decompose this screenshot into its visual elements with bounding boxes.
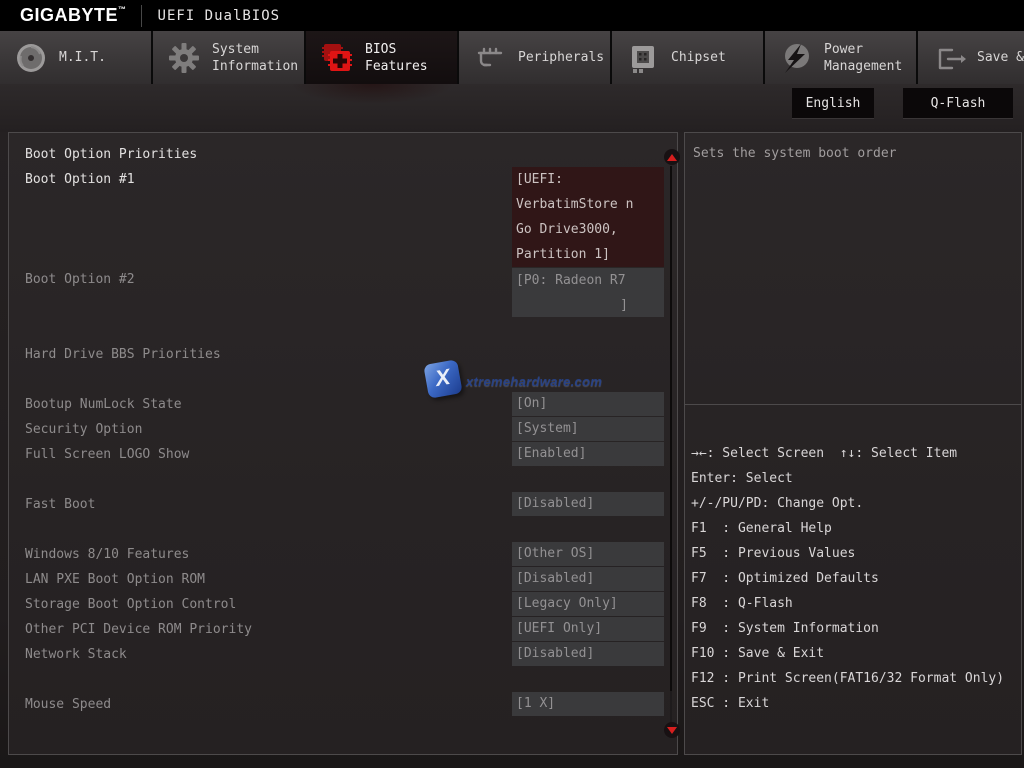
settings-panel: Boot Option Priorities Boot Option #1 Bo…: [8, 132, 678, 755]
value-line: [UEFI:: [516, 167, 664, 192]
help-description: Sets the system boot order: [693, 141, 897, 166]
value-fast-boot[interactable]: [Disabled]: [512, 492, 664, 516]
help-panel: Sets the system boot order →←: Select Sc…: [684, 132, 1022, 755]
gigabyte-logo: GIGABYTE™: [20, 5, 127, 26]
tab-bar: M.I.T. System Information: [0, 31, 1024, 84]
tab-save-exit[interactable]: Save & Exit: [918, 31, 1024, 84]
trademark-symbol: ™: [118, 5, 127, 14]
key-legend-line: F7 : Optimized Defaults: [691, 566, 1021, 591]
bios-setup-screen: GIGABYTE™ UEFI DualBIOS M.I.T.: [0, 0, 1024, 768]
tab-label: Chipset: [671, 49, 763, 66]
gear-icon: [166, 40, 202, 76]
setting-label-boot-option-2[interactable]: Boot Option #2: [25, 267, 135, 292]
value-line: VerbatimStore n: [516, 192, 664, 217]
setting-label-boot-option-1[interactable]: Boot Option #1: [25, 167, 135, 192]
product-title: UEFI DualBIOS: [158, 8, 281, 24]
qflash-button[interactable]: Q-Flash: [903, 88, 1013, 119]
key-legend-line: F8 : Q-Flash: [691, 591, 1021, 616]
tab-label: Save & Exit: [977, 49, 1024, 66]
titlebar-divider: [141, 5, 142, 27]
setting-label-fast-boot[interactable]: Fast Boot: [25, 492, 95, 517]
key-legend-line: →←: Select Screen ↑↓: Select Item: [691, 441, 1021, 466]
setting-label-security-option[interactable]: Security Option: [25, 417, 142, 442]
key-legend-line: ESC : Exit: [691, 691, 1021, 716]
tab-label: M.I.T.: [59, 49, 151, 66]
value-line: Partition 1]: [516, 242, 664, 267]
value-bootup-numlock-state[interactable]: [On]: [512, 392, 664, 416]
lightning-bolt-icon: [778, 40, 814, 76]
scroll-down-icon[interactable]: [664, 722, 680, 738]
bios-chip-plus-icon: [319, 40, 355, 76]
help-divider: [685, 404, 1021, 405]
tab-peripherals[interactable]: Peripherals: [459, 31, 610, 84]
value-line: [P0: Radeon R7: [516, 268, 664, 293]
value-boot-option-1[interactable]: [UEFI: VerbatimStore n Go Drive3000, Par…: [512, 167, 664, 267]
value-full-screen-logo-show[interactable]: [Enabled]: [512, 442, 664, 466]
setting-label-storage-boot-option-control[interactable]: Storage Boot Option Control: [25, 592, 236, 617]
setting-label-full-screen-logo-show[interactable]: Full Screen LOGO Show: [25, 442, 189, 467]
key-legend-line: F10 : Save & Exit: [691, 641, 1021, 666]
key-legend: →←: Select Screen ↑↓: Select Item Enter:…: [691, 441, 1021, 716]
tab-chipset[interactable]: Chipset: [612, 31, 763, 84]
scroll-up-icon[interactable]: [664, 149, 680, 165]
chipset-icon: [625, 40, 661, 76]
tab-label: BIOS Features: [365, 41, 457, 75]
language-button[interactable]: English: [792, 88, 874, 119]
value-line: Go Drive3000,: [516, 217, 664, 242]
tab-power-management[interactable]: Power Management: [765, 31, 916, 84]
setting-label-hard-drive-bbs-priorities[interactable]: Hard Drive BBS Priorities: [25, 342, 221, 367]
scrollbar-thumb[interactable]: [670, 166, 672, 691]
setting-label-lan-pxe-boot-option-rom[interactable]: LAN PXE Boot Option ROM: [25, 567, 205, 592]
value-security-option[interactable]: [System]: [512, 417, 664, 441]
value-boot-option-2[interactable]: [P0: Radeon R7 ]: [512, 268, 664, 317]
sub-bar: English Q-Flash: [0, 84, 1024, 132]
key-legend-line: +/-/PU/PD: Change Opt.: [691, 491, 1021, 516]
tab-label: System Information: [212, 41, 304, 75]
tab-label: Power Management: [824, 41, 916, 75]
key-legend-line: F1 : General Help: [691, 516, 1021, 541]
tab-mit[interactable]: M.I.T.: [0, 31, 151, 84]
value-other-pci-device-rom-priority[interactable]: [UEFI Only]: [512, 617, 664, 641]
value-mouse-speed[interactable]: [1 X]: [512, 692, 664, 716]
key-legend-line: Enter: Select: [691, 466, 1021, 491]
tab-label: Peripherals: [518, 49, 610, 66]
setting-label-network-stack[interactable]: Network Stack: [25, 642, 127, 667]
value-lan-pxe-boot-option-rom[interactable]: [Disabled]: [512, 567, 664, 591]
setting-label-windows-8-10-features[interactable]: Windows 8/10 Features: [25, 542, 189, 567]
key-legend-line: F12 : Print Screen(FAT16/32 Format Only): [691, 666, 1021, 691]
title-bar: GIGABYTE™ UEFI DualBIOS: [0, 0, 1024, 31]
value-storage-boot-option-control[interactable]: [Legacy Only]: [512, 592, 664, 616]
key-legend-line: F9 : System Information: [691, 616, 1021, 641]
setting-label-bootup-numlock-state[interactable]: Bootup NumLock State: [25, 392, 182, 417]
tab-bios-features[interactable]: BIOS Features: [306, 31, 457, 84]
value-windows-8-10-features[interactable]: [Other OS]: [512, 542, 664, 566]
value-network-stack[interactable]: [Disabled]: [512, 642, 664, 666]
peripherals-connector-icon: [472, 40, 508, 76]
value-line: ]: [516, 293, 664, 317]
tab-system-information[interactable]: System Information: [153, 31, 304, 84]
section-title: Boot Option Priorities: [25, 142, 197, 167]
mit-dial-icon: [13, 40, 49, 76]
setting-label-mouse-speed[interactable]: Mouse Speed: [25, 692, 111, 717]
setting-label-other-pci-device-rom-priority[interactable]: Other PCI Device ROM Priority: [25, 617, 252, 642]
key-legend-line: F5 : Previous Values: [691, 541, 1021, 566]
exit-door-arrow-icon: [931, 40, 967, 76]
